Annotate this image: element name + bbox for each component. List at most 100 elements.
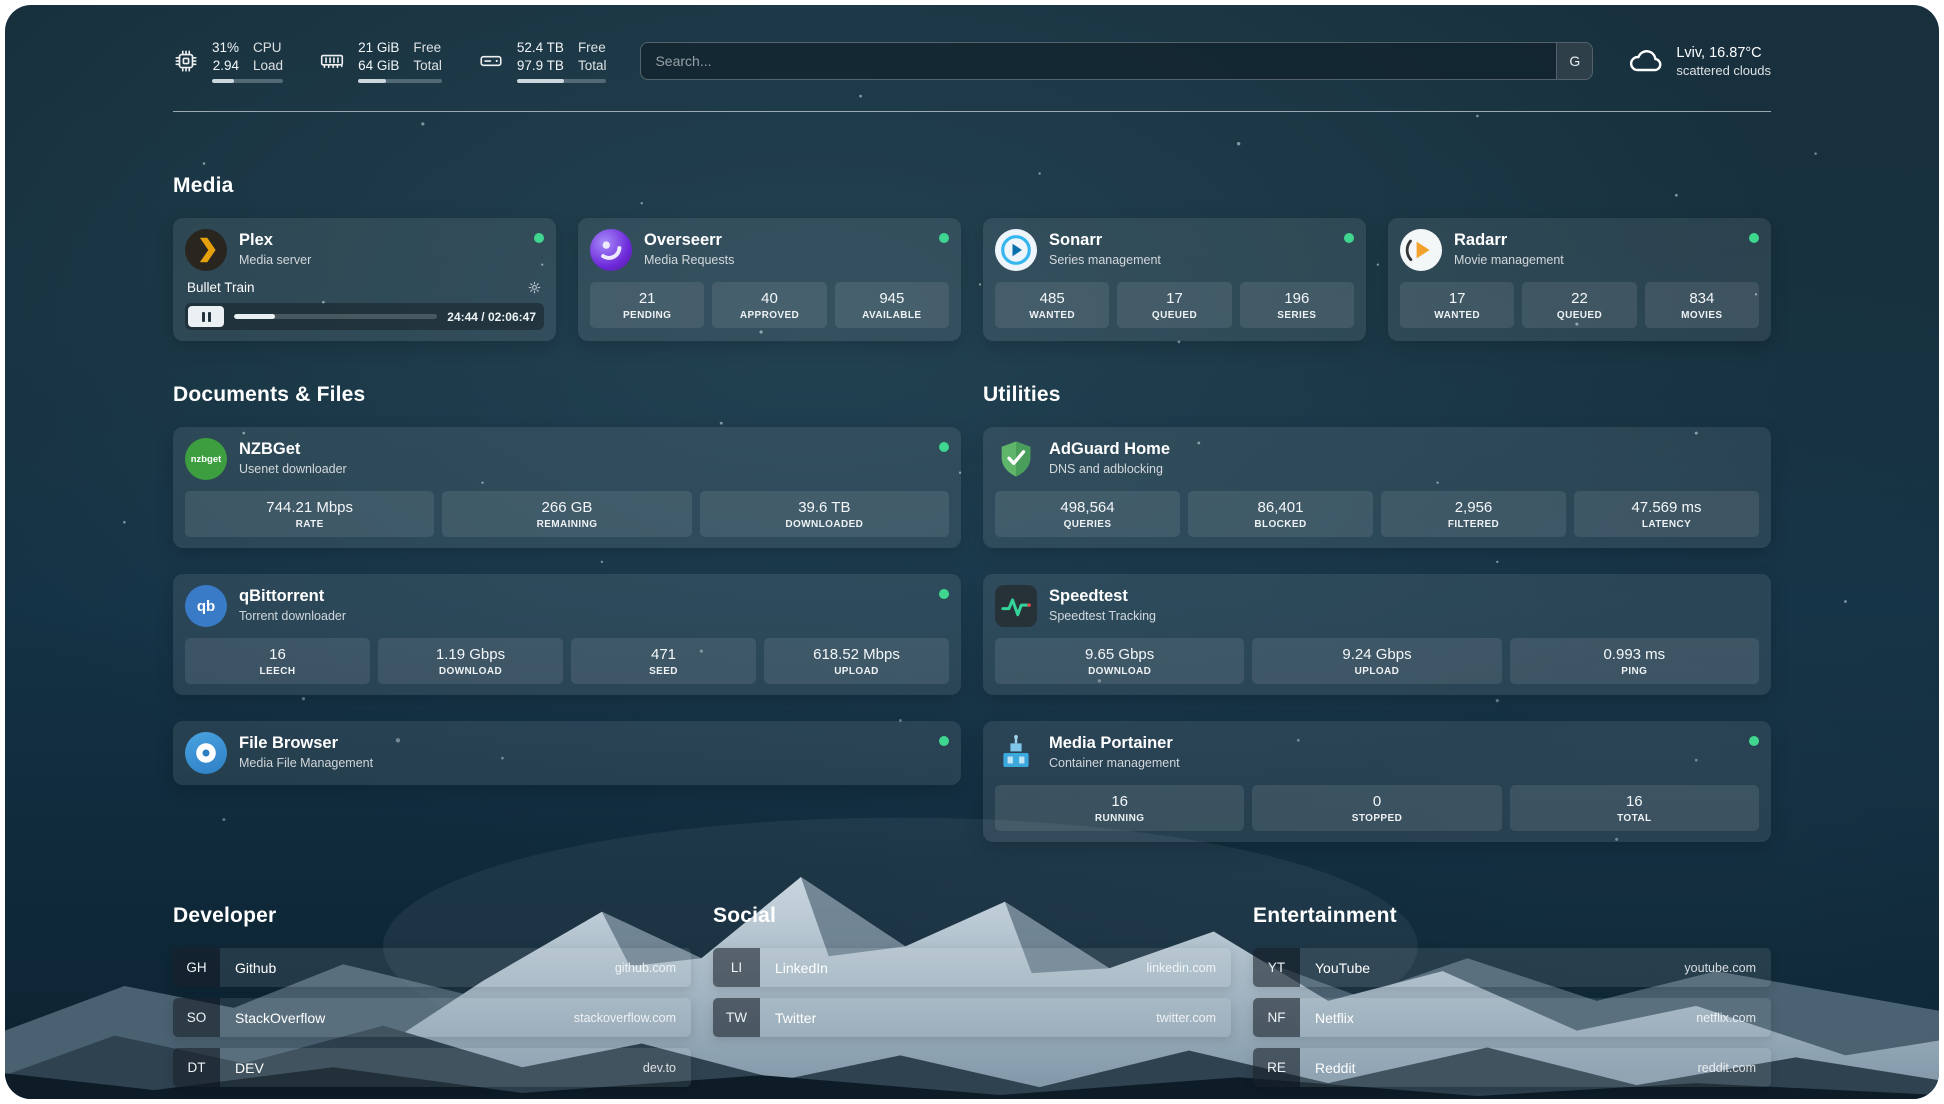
cpu-progress-bar	[212, 79, 283, 83]
status-dot	[939, 442, 949, 452]
now-playing-title: Bullet Train	[187, 280, 255, 295]
bookmark-name: YouTube	[1315, 960, 1370, 976]
service-name: NZBGet	[239, 440, 347, 459]
bookmarks-social: Social LI LinkedIn linkedin.com TW Twitt…	[713, 904, 1231, 1037]
portainer-icon	[995, 732, 1037, 774]
adguard-icon	[995, 438, 1037, 480]
disk-progress-bar	[517, 79, 607, 83]
cpu-load-value: 2.94	[212, 57, 239, 74]
bookmark-github[interactable]: GH Github github.com	[173, 948, 691, 987]
card-speedtest[interactable]: Speedtest Speedtest Tracking 9.65 GbpsDO…	[983, 574, 1771, 695]
bookmark-name: StackOverflow	[235, 1010, 325, 1026]
service-name: AdGuard Home	[1049, 440, 1170, 459]
nzbget-icon: nzbget	[185, 438, 227, 480]
bookmark-abbr: RE	[1253, 1048, 1300, 1087]
service-subtitle: Speedtest Tracking	[1049, 609, 1156, 623]
documents-section-title: Documents & Files	[173, 383, 961, 407]
system-widgets: 31% CPU 2.94 Load 21	[173, 39, 606, 83]
bookmark-twitter[interactable]: TW Twitter twitter.com	[713, 998, 1231, 1037]
search-provider-button[interactable]: G	[1556, 43, 1592, 79]
stat-seed: 471SEED	[571, 638, 756, 684]
bookmark-abbr: TW	[713, 998, 760, 1037]
dashboard-app: 31% CPU 2.94 Load 21	[5, 5, 1939, 1099]
stat-queries: 498,564QUERIES	[995, 491, 1180, 537]
service-subtitle: Movie management	[1454, 253, 1564, 267]
bookmark-dev[interactable]: DT DEV dev.to	[173, 1048, 691, 1087]
card-plex[interactable]: Plex Media server Bullet Train	[173, 218, 556, 341]
bookmark-name: Github	[235, 960, 276, 976]
cpu-widget: 31% CPU 2.94 Load	[173, 39, 283, 83]
bookmark-abbr: DT	[173, 1048, 220, 1087]
memory-icon	[319, 48, 345, 74]
stat-upload: 9.24 GbpsUPLOAD	[1252, 638, 1501, 684]
bookmark-stackoverflow[interactable]: SO StackOverflow stackoverflow.com	[173, 998, 691, 1037]
disk-icon	[478, 48, 504, 74]
stat-total: 16TOTAL	[1510, 785, 1759, 831]
status-dot	[1749, 736, 1759, 746]
stat-download: 9.65 GbpsDOWNLOAD	[995, 638, 1244, 684]
stat-wanted: 17WANTED	[1400, 282, 1514, 328]
status-dot	[1344, 233, 1354, 243]
service-name: Speedtest	[1049, 587, 1156, 606]
section-media: Media Plex Media server	[173, 174, 1771, 341]
disk-widget: 52.4 TB Free 97.9 TB Total	[478, 39, 607, 83]
stat-queued: 22QUEUED	[1522, 282, 1636, 328]
top-bar: 31% CPU 2.94 Load 21	[173, 39, 1771, 83]
memory-total-value: 64 GiB	[358, 57, 399, 74]
bookmark-reddit[interactable]: RE Reddit reddit.com	[1253, 1048, 1771, 1087]
search-input[interactable]	[641, 43, 1556, 79]
section-documents: Documents & Files nzbget NZBGet Usenet d…	[173, 383, 961, 785]
bookmark-netflix[interactable]: NF Netflix netflix.com	[1253, 998, 1771, 1037]
status-dot	[939, 736, 949, 746]
card-portainer[interactable]: Media Portainer Container management 16R…	[983, 721, 1771, 842]
card-radarr[interactable]: Radarr Movie management 17WANTED 22QUEUE…	[1388, 218, 1771, 341]
plex-icon	[185, 229, 227, 271]
bookmark-abbr: GH	[173, 948, 220, 987]
bookmark-name: Netflix	[1315, 1010, 1354, 1026]
bookmark-youtube[interactable]: YT YouTube youtube.com	[1253, 948, 1771, 987]
sonarr-icon	[995, 229, 1037, 271]
developer-section-title: Developer	[173, 904, 691, 928]
bookmark-url: linkedin.com	[1147, 961, 1216, 975]
status-dot	[939, 233, 949, 243]
bookmark-name: Twitter	[775, 1010, 816, 1026]
weather-location: Lviv, 16.87°C	[1676, 44, 1771, 63]
stat-rate: 744.21 MbpsRATE	[185, 491, 434, 537]
stat-stopped: 0STOPPED	[1252, 785, 1501, 831]
filebrowser-icon	[185, 732, 227, 774]
service-name: Sonarr	[1049, 231, 1161, 250]
stat-series: 196SERIES	[1240, 282, 1354, 328]
service-name: Radarr	[1454, 231, 1564, 250]
playback-progress[interactable]	[234, 314, 437, 319]
bookmark-linkedin[interactable]: LI LinkedIn linkedin.com	[713, 948, 1231, 987]
stat-filtered: 2,956FILTERED	[1381, 491, 1566, 537]
disk-free-label: Free	[578, 39, 607, 56]
stat-remaining: 266 GBREMAINING	[442, 491, 691, 537]
service-name: Overseerr	[644, 231, 734, 250]
gear-icon[interactable]	[527, 280, 542, 295]
card-adguard[interactable]: AdGuard Home DNS and adblocking 498,564Q…	[983, 427, 1771, 548]
qbittorrent-icon: qb	[185, 585, 227, 627]
card-filebrowser[interactable]: File Browser Media File Management	[173, 721, 961, 785]
status-dot	[1749, 233, 1759, 243]
card-qbittorrent[interactable]: qb qBittorrent Torrent downloader 16LEEC…	[173, 574, 961, 695]
bookmark-url: youtube.com	[1684, 961, 1756, 975]
bookmark-abbr: LI	[713, 948, 760, 987]
card-overseerr[interactable]: Overseerr Media Requests 21PENDING 40APP…	[578, 218, 961, 341]
stat-movies: 834MOVIES	[1645, 282, 1759, 328]
cpu-percent: 31%	[212, 39, 239, 56]
disk-total-value: 97.9 TB	[517, 57, 564, 74]
stat-leech: 16LEECH	[185, 638, 370, 684]
stat-ping: 0.993 msPING	[1510, 638, 1759, 684]
service-name: File Browser	[239, 734, 373, 753]
stat-available: 945AVAILABLE	[835, 282, 949, 328]
pause-button[interactable]	[188, 306, 224, 327]
weather-widget: Lviv, 16.87°C scattered clouds	[1627, 43, 1771, 79]
bookmark-name: LinkedIn	[775, 960, 828, 976]
card-nzbget[interactable]: nzbget NZBGet Usenet downloader 744.21 M…	[173, 427, 961, 548]
stat-downloaded: 39.6 TBDOWNLOADED	[700, 491, 949, 537]
status-dot	[534, 233, 544, 243]
stat-download: 1.19 GbpsDOWNLOAD	[378, 638, 563, 684]
section-utilities: Utilities AdGuard Home	[983, 383, 1771, 842]
card-sonarr[interactable]: Sonarr Series management 485WANTED 17QUE…	[983, 218, 1366, 341]
